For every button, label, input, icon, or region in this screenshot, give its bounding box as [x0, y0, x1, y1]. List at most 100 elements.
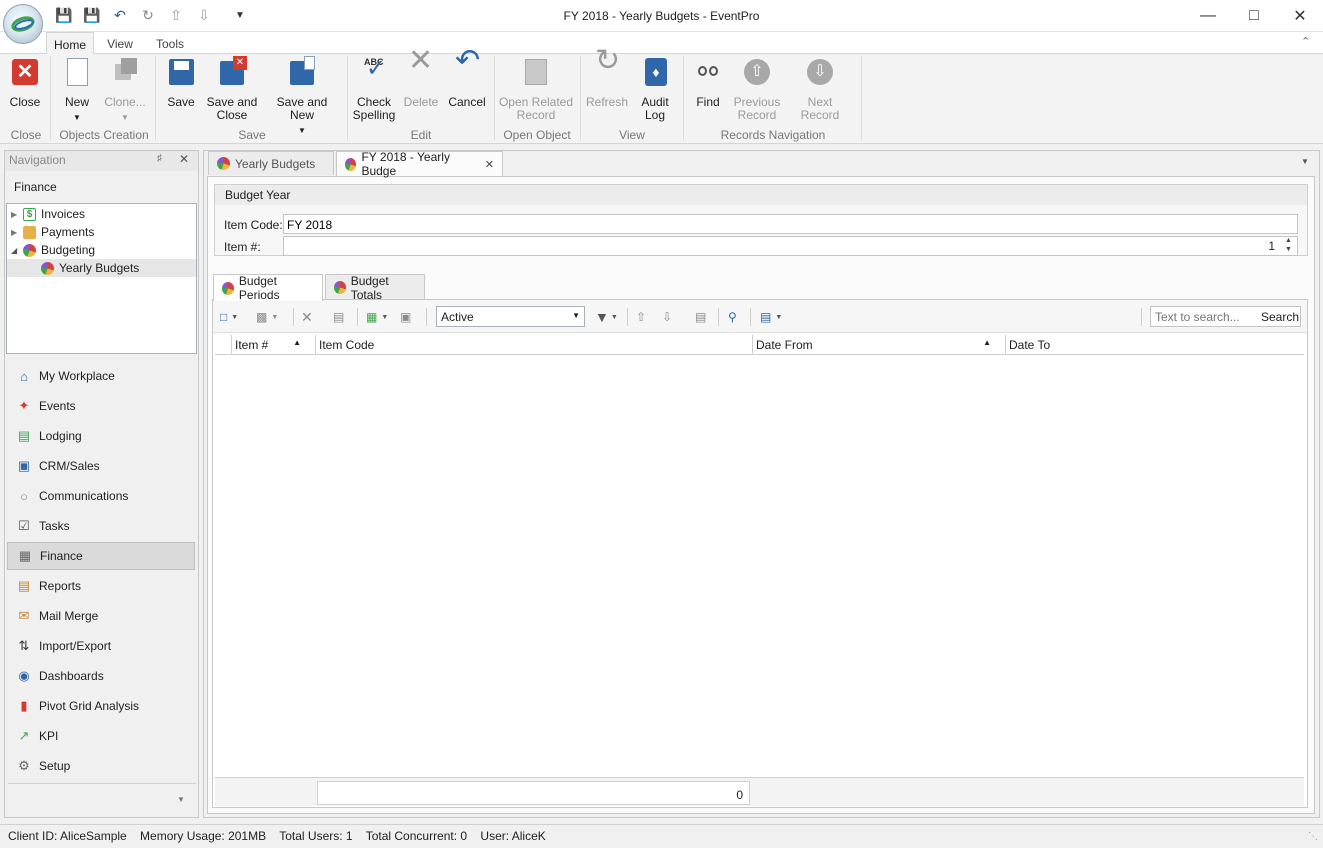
minimize-button[interactable]: — — [1185, 0, 1231, 31]
close-panel-icon[interactable]: ✕ — [179, 152, 189, 166]
filter-funnel-icon[interactable]: ▼ ▼ — [595, 309, 618, 325]
tab-tools[interactable]: Tools — [148, 32, 192, 54]
spinner-arrows-icon[interactable]: ▲ ▼ — [1285, 236, 1292, 254]
group-records-navigation: Records Navigation — [720, 128, 826, 142]
nav-lodging[interactable]: ▤ Lodging — [7, 422, 195, 450]
open-related-line2: Record — [516, 108, 556, 122]
tree-item-budgeting[interactable]: ◢ Budgeting — [7, 241, 196, 259]
next-record-button[interactable]: ⇩ Next Record — [788, 56, 852, 122]
ribbon-separator — [347, 56, 348, 140]
dropdown-arrow-icon: ▼ — [121, 113, 129, 122]
nav-crm-sales[interactable]: ▣ CRM/Sales — [7, 452, 195, 480]
doc-tab-fy2018[interactable]: FY 2018 - Yearly Budge ✕ — [336, 150, 503, 178]
move-down-icon[interactable]: ⇩ — [662, 309, 672, 325]
check-spelling-line2: Spelling — [352, 108, 396, 122]
col-date-from[interactable]: Date From ▲ — [752, 335, 1005, 355]
nav-dashboards[interactable]: ◉ Dashboards — [7, 662, 195, 690]
nav-events[interactable]: ✦ Events — [7, 392, 195, 420]
record-count: 0 — [317, 781, 750, 805]
find-record-icon[interactable]: ⚲ — [728, 309, 737, 325]
item-code-input[interactable] — [283, 214, 1298, 234]
close-button[interactable]: ✕ Close — [6, 56, 44, 109]
nav-label: Dashboards — [39, 669, 104, 683]
app-logo-icon[interactable] — [3, 4, 43, 44]
dropdown-arrow-icon: ▼ — [73, 113, 81, 122]
move-up-icon[interactable]: ⇧ — [636, 309, 646, 325]
find-button[interactable]: Find — [688, 56, 728, 109]
nav-my-workplace[interactable]: ⌂ My Workplace — [7, 362, 195, 390]
toolbar-separator — [750, 308, 751, 326]
tree-item-yearly-budgets[interactable]: Yearly Budgets — [7, 259, 196, 277]
search-button[interactable]: Search — [1261, 310, 1299, 324]
audit-log-icon: ♦ — [639, 56, 671, 88]
nav-tasks[interactable]: ☑ Tasks — [7, 512, 195, 540]
nav-communications[interactable]: ○ Communications — [7, 482, 195, 510]
nav-setup[interactable]: ⚙ Setup — [7, 752, 195, 780]
item-number-spinner[interactable]: 1 — [283, 236, 1298, 256]
collapse-ribbon-icon[interactable]: ⌃ — [1301, 35, 1310, 48]
col-date-to[interactable]: Date To — [1005, 335, 1304, 355]
grid-body[interactable] — [215, 356, 1304, 776]
open-related-record-button[interactable]: Open Related Record — [498, 56, 574, 122]
sort-ascending-icon: ▲ — [983, 338, 991, 347]
resize-grip-icon[interactable]: ⋱ — [1308, 831, 1318, 842]
nav-finance[interactable]: ▦ Finance — [7, 542, 195, 570]
nav-pivot-grid-analysis[interactable]: ▮ Pivot Grid Analysis — [7, 692, 195, 720]
refresh-button[interactable]: ↻ Refresh — [585, 46, 629, 109]
nav-label: Reports — [39, 579, 82, 593]
tree-item-payments[interactable]: ▶ Payments — [7, 223, 196, 241]
tree-item-invoices[interactable]: ▶ $ Invoices — [7, 205, 196, 223]
tab-budget-periods[interactable]: Budget Periods — [213, 274, 323, 302]
col-item-code[interactable]: Item Code — [315, 335, 752, 355]
expand-arrow-icon[interactable]: ▶ — [11, 210, 23, 219]
collapse-arrow-icon[interactable]: ◢ — [11, 246, 23, 255]
tab-budget-totals[interactable]: Budget Totals — [325, 274, 425, 302]
tab-list-dropdown-icon[interactable]: ▼ — [1301, 157, 1309, 166]
grid-clone-icon[interactable]: ▩ ▼ — [256, 309, 278, 325]
col-item-number[interactable]: Item # ▲ — [231, 335, 315, 355]
column-label: Item # — [235, 338, 269, 352]
save-and-close-button[interactable]: ✕ Save and Close — [206, 56, 258, 122]
doc-tab-yearly-budgets[interactable]: Yearly Budgets — [208, 151, 334, 175]
maximize-button[interactable]: □ — [1231, 0, 1277, 31]
grid-search-box[interactable]: Search — [1150, 306, 1301, 327]
grid-columns-icon[interactable]: ▦ ▼ — [366, 309, 388, 325]
expand-arrow-icon[interactable]: ▶ — [11, 228, 23, 237]
audit-log-button[interactable]: ♦ Audit Log — [635, 56, 675, 122]
toolbar-separator — [426, 308, 427, 326]
nav-import-export[interactable]: ⇅ Import/Export — [7, 632, 195, 660]
row-indicator-header — [215, 335, 231, 355]
nav-mail-merge[interactable]: ✉ Mail Merge — [7, 602, 195, 630]
grid-delete-icon[interactable]: ✕ — [301, 309, 313, 325]
item-number-value: 1 — [1268, 239, 1275, 253]
close-window-button[interactable]: ✕ — [1277, 0, 1323, 31]
related-record-icon — [520, 56, 552, 88]
pin-icon[interactable]: ♯ — [157, 153, 162, 164]
search-input[interactable] — [1151, 307, 1259, 326]
previous-record-button[interactable]: ⇧ Previous Record — [732, 56, 782, 122]
pivot-chart-icon: ▮ — [20, 698, 28, 713]
print-export-icon[interactable]: ▤ ▼ — [760, 309, 782, 325]
tab-view[interactable]: View — [100, 32, 140, 54]
report-icon: ▤ — [17, 578, 31, 593]
nav-reports[interactable]: ▤ Reports — [7, 572, 195, 600]
new-button[interactable]: New ▼ — [58, 56, 96, 124]
nav-label: KPI — [39, 729, 59, 743]
nav-overflow-arrow-icon[interactable]: ▼ — [177, 795, 185, 804]
check-spelling-button[interactable]: ABC ✓ Check Spelling — [352, 56, 396, 122]
save-button[interactable]: Save — [162, 56, 200, 109]
arrow-down-circle-icon: ⇩ — [804, 56, 836, 88]
grid-edit-icon[interactable]: ▤ — [333, 309, 344, 325]
nav-kpi[interactable]: ↗ KPI — [7, 722, 195, 750]
cancel-button[interactable]: ↶ Cancel — [446, 46, 488, 109]
grid-copy-icon[interactable]: ▣ — [400, 309, 411, 325]
status-filter-select[interactable]: Active ▼ — [436, 306, 585, 327]
clone-button[interactable]: Clone... ▼ — [102, 56, 148, 124]
close-tab-icon[interactable]: ✕ — [485, 158, 494, 171]
grid-new-icon[interactable]: □ ▼ — [220, 309, 238, 325]
delete-button[interactable]: ✕ Delete — [402, 46, 440, 109]
nav-label: My Workplace — [39, 369, 115, 383]
save-and-new-button[interactable]: Save and New ▼ — [265, 56, 339, 137]
tab-home[interactable]: Home — [46, 32, 94, 54]
clipboard-icon[interactable]: ▤ — [695, 309, 706, 325]
